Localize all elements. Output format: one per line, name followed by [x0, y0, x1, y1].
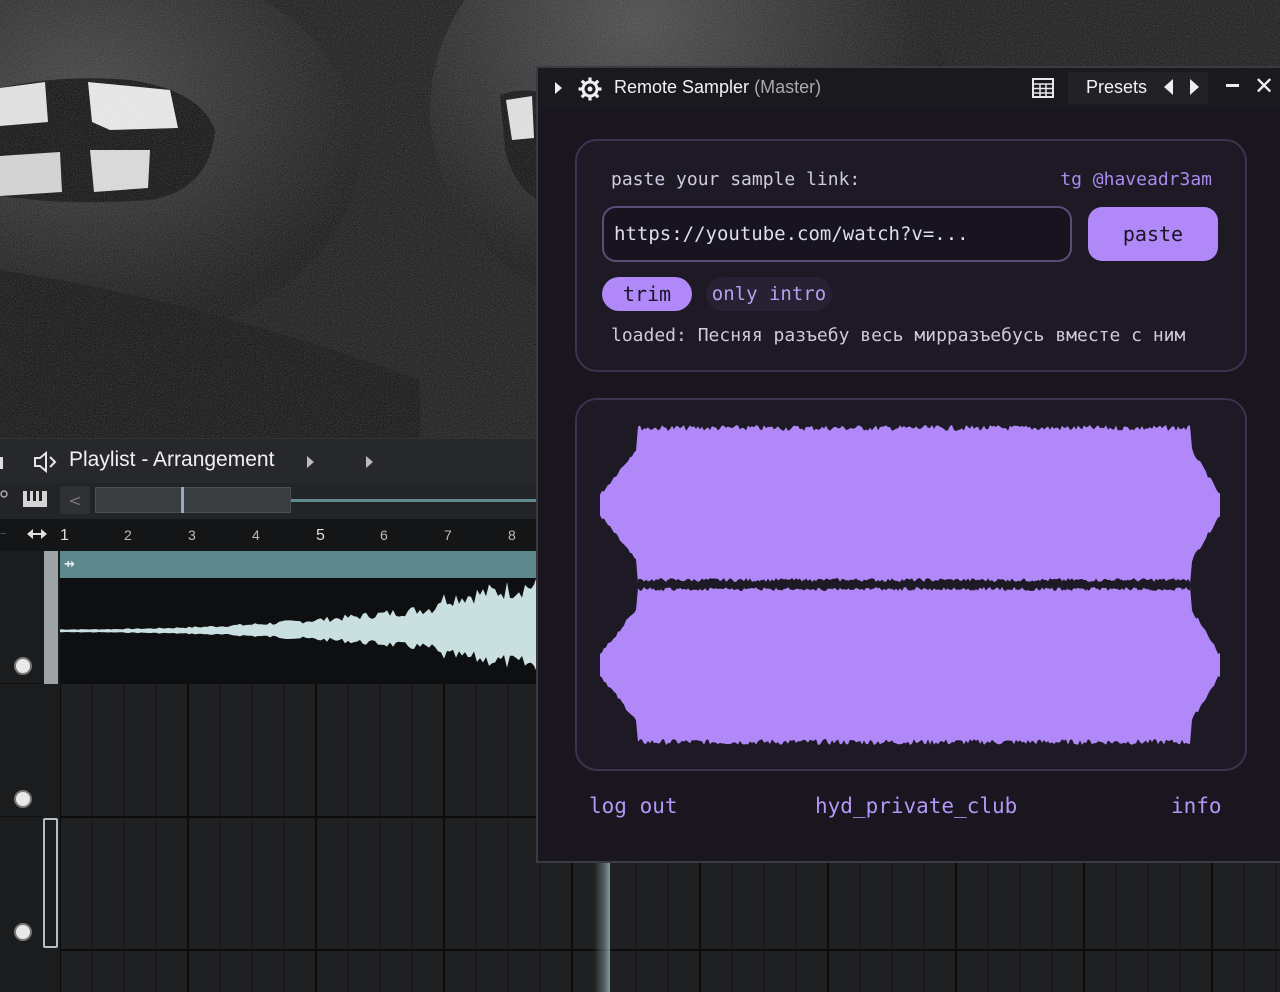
minimize-icon[interactable]	[1226, 84, 1239, 87]
scroll-position-marker	[181, 487, 184, 513]
clip-menu-icon[interactable]: ⇸	[64, 557, 75, 572]
clip-waveform	[60, 575, 540, 673]
info-link[interactable]: info	[1171, 794, 1222, 818]
bar-number: 8	[508, 527, 516, 543]
trim-toggle[interactable]: trim	[602, 277, 692, 311]
ruler-edge-mark: ⁻	[0, 528, 7, 542]
horizontal-scrollbar-thumb[interactable]	[95, 487, 291, 513]
timeline-ruler[interactable]	[0, 519, 540, 551]
paste-button[interactable]: paste	[1088, 207, 1218, 261]
track-mute-dot[interactable]	[14, 657, 32, 675]
playlist-pattern-arrow-icon[interactable]	[366, 456, 373, 468]
plugin-name: Remote Sampler	[614, 77, 750, 97]
log-out-link[interactable]: log out	[589, 794, 678, 818]
audio-clip[interactable]	[60, 575, 540, 684]
club-link[interactable]: hyd_private_club	[815, 794, 1017, 818]
sample-waveform[interactable]	[600, 423, 1220, 748]
previous-preset-icon[interactable]	[1164, 79, 1173, 95]
presets-label[interactable]: Presets	[1086, 77, 1147, 98]
horizontal-arrows-icon[interactable]	[26, 527, 48, 541]
expand-arrow-icon[interactable]	[555, 82, 562, 94]
bar-number: 1	[60, 527, 69, 544]
bar-number: 5	[316, 527, 325, 544]
scroll-left-button[interactable]: <	[60, 486, 90, 514]
telegram-link[interactable]: tg @haveadr3am	[1060, 169, 1212, 190]
gear-icon[interactable]	[578, 77, 602, 101]
track-header[interactable]	[0, 684, 42, 817]
paste-link-label: paste your sample link:	[611, 169, 861, 190]
piano-icon[interactable]	[22, 490, 48, 508]
bar-number: 6	[380, 527, 388, 543]
track-header[interactable]	[0, 817, 42, 950]
remote-sampler-window: Remote Sampler (Master) Presets ✕ paste …	[536, 66, 1280, 863]
track-header[interactable]	[0, 551, 42, 684]
only-intro-toggle[interactable]: only intro	[706, 277, 832, 311]
loaded-sample-status: loaded: Песняя разъебу весь мирразъебусь…	[611, 325, 1186, 346]
track-selector-bar[interactable]	[44, 551, 58, 684]
bar-number: 2	[124, 527, 132, 543]
plugin-titlebar[interactable]: Remote Sampler (Master) Presets ✕	[538, 68, 1280, 108]
next-preset-icon[interactable]	[1190, 79, 1199, 95]
window-edge-marker	[0, 457, 3, 469]
track-mute-dot[interactable]	[14, 923, 32, 941]
grid-icon[interactable]	[1032, 78, 1054, 98]
playlist-titlebar[interactable]: Playlist - Arrangement	[0, 438, 540, 483]
speaker-icon[interactable]	[32, 450, 58, 474]
bar-number: 3	[188, 527, 196, 543]
close-icon[interactable]: ✕	[1254, 72, 1274, 100]
small-circle-icon[interactable]	[0, 490, 10, 500]
playlist-title: Playlist - Arrangement	[69, 448, 275, 471]
audio-clip-header[interactable]	[60, 551, 540, 578]
sample-url-input[interactable]	[602, 206, 1072, 262]
bar-number: 4	[252, 527, 260, 543]
track-selector-outline[interactable]	[43, 818, 58, 948]
playlist-menu-arrow-icon[interactable]	[307, 456, 314, 468]
plugin-title: Remote Sampler (Master)	[614, 77, 821, 98]
plugin-channel: (Master)	[754, 77, 822, 97]
bar-number: 7	[444, 527, 452, 543]
track-mute-dot[interactable]	[14, 790, 32, 808]
